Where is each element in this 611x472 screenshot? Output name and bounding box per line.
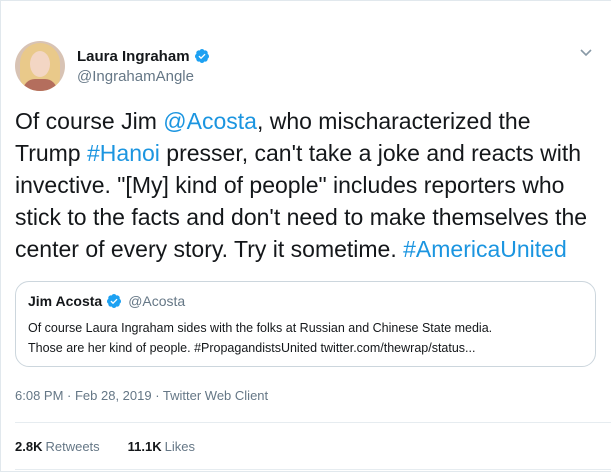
tweet-text: Of course Jim @Acosta, who mischaracteri…: [15, 105, 605, 265]
quoted-text-line-2: Those are her kind of people. #Propagand…: [28, 341, 476, 355]
verified-badge-icon: [106, 293, 122, 309]
tweet-line-3: invective. "[My] kind of people" include…: [15, 172, 565, 198]
quoted-author-handle: @Acosta: [128, 293, 186, 309]
quoted-author-name: Jim Acosta: [28, 293, 103, 309]
retweets-label: Retweets: [45, 439, 100, 454]
tweet-line-1: Of course Jim @Acosta, who mischaracteri…: [15, 108, 531, 134]
quoted-text-line-1: Of course Laura Ingraham sides with the …: [28, 321, 493, 335]
likes-label: Likes: [164, 439, 196, 454]
chevron-down-icon[interactable]: [579, 45, 593, 57]
hashtag-link[interactable]: #Hanoi: [87, 140, 160, 166]
tweet-header: Laura Ingraham @IngrahamAngle: [15, 41, 210, 91]
divider: [15, 469, 611, 470]
author-names: Laura Ingraham @IngrahamAngle: [77, 47, 210, 86]
quoted-tweet[interactable]: Jim Acosta @Acosta Of course Laura Ingra…: [15, 281, 596, 367]
likes-stat[interactable]: 11.1K Likes: [128, 439, 195, 454]
tweet-line-2: Trump #Hanoi presser, can't take a joke …: [15, 140, 582, 166]
author-display-name[interactable]: Laura Ingraham: [77, 47, 210, 66]
likes-count: 11.1K: [127, 439, 162, 454]
mention-link[interactable]: @Acosta: [163, 108, 257, 134]
quoted-tweet-header: Jim Acosta @Acosta: [28, 292, 583, 310]
hashtag-link[interactable]: #AmericaUnited: [403, 236, 567, 262]
retweets-count: 2.8K: [15, 439, 43, 454]
quoted-tweet-text: Of course Laura Ingraham sides with the …: [28, 318, 583, 358]
tweet-stats: 2.8K Retweets 11.1K Likes: [15, 439, 223, 454]
verified-badge-icon: [194, 48, 210, 64]
author-name-text[interactable]: Laura Ingraham: [77, 47, 190, 66]
divider: [15, 422, 611, 423]
tweet-card: Laura Ingraham @IngrahamAngle Of course …: [0, 0, 611, 472]
author-handle[interactable]: @IngrahamAngle: [77, 67, 210, 86]
avatar[interactable]: [15, 41, 65, 91]
tweet-line-5: center of every story. Try it sometime. …: [15, 236, 567, 262]
retweets-stat[interactable]: 2.8K Retweets: [15, 439, 100, 454]
tweet-timestamp[interactable]: 6:08 PM · Feb 28, 2019 · Twitter Web Cli…: [15, 388, 268, 403]
tweet-line-4: stick to the facts and don't need to mak…: [15, 204, 588, 230]
